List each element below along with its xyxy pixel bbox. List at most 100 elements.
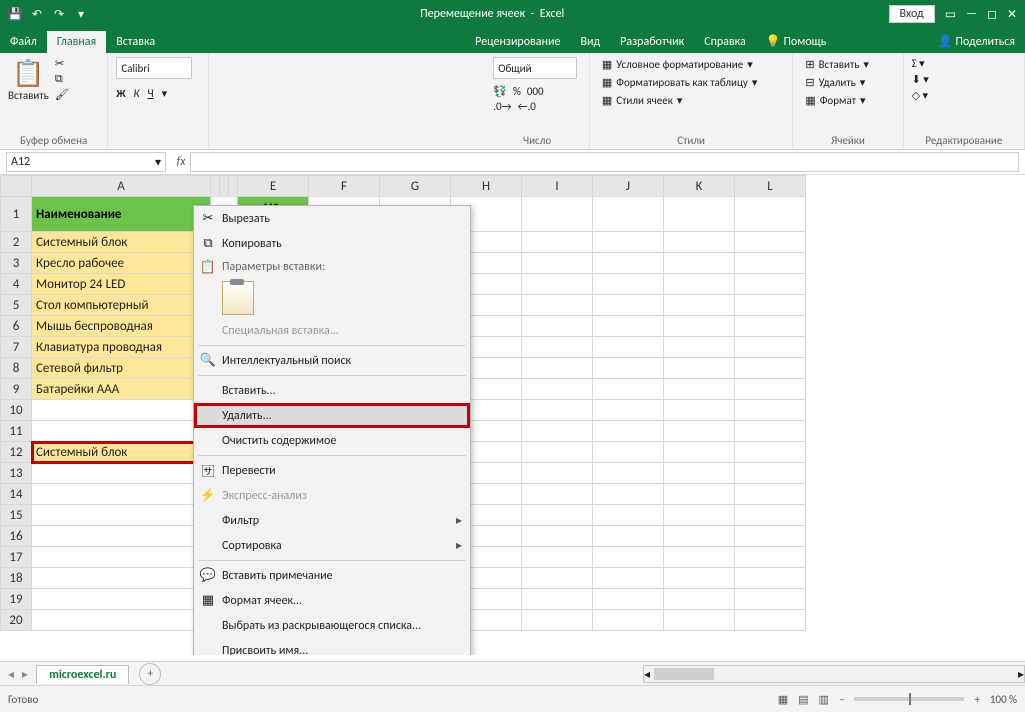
cell[interactable] [593,610,664,631]
cell[interactable] [735,358,806,379]
row-header[interactable]: 7 [1,337,32,358]
ctx-перевести[interactable]: 🈂Перевести [194,458,470,483]
cell[interactable] [735,463,806,484]
column-header[interactable] [220,176,229,197]
percent-icon[interactable]: % [513,85,521,98]
tab-home[interactable]: Главная [47,31,106,53]
cell[interactable] [593,253,664,274]
cell[interactable] [522,526,593,547]
column-header[interactable]: L [735,176,806,197]
ctx-вставить-примечание[interactable]: 💬Вставить примечание [194,563,470,588]
row-header[interactable]: 19 [1,589,32,610]
cell[interactable] [735,274,806,295]
paste-options[interactable] [194,278,470,318]
cell[interactable] [664,316,735,337]
cell[interactable]: Сетевой фильтр [32,358,211,379]
underline-button[interactable]: Ч [148,87,154,100]
cell[interactable] [664,421,735,442]
paste-icon[interactable]: 📋 [8,57,49,89]
row-header[interactable]: 11 [1,421,32,442]
cell[interactable] [735,421,806,442]
undo-icon[interactable]: ↶ [30,7,44,21]
cell[interactable] [664,526,735,547]
format-painter-icon[interactable]: 🖌 [55,88,69,101]
ctx-вырезать[interactable]: ✂Вырезать [194,206,470,231]
ctx-присвоить-имя[interactable]: Присвоить имя... [194,638,470,655]
cell[interactable] [593,442,664,463]
cell[interactable] [664,547,735,568]
format-as-table-button[interactable]: ▦ Форматировать как таблицу ▾ [598,75,784,90]
cell[interactable] [735,505,806,526]
row-header[interactable]: 1 [1,197,32,232]
view-pagebreak-icon[interactable]: ▥ [819,693,829,706]
tab-insert[interactable]: Вставка [106,31,165,53]
cell[interactable] [664,197,735,232]
cell[interactable] [664,379,735,400]
cell[interactable] [735,379,806,400]
cell[interactable] [522,295,593,316]
cell[interactable]: Кресло рабочее [32,253,211,274]
row-header[interactable]: 3 [1,253,32,274]
cell[interactable] [664,232,735,253]
cell[interactable] [522,589,593,610]
row-header[interactable]: 9 [1,379,32,400]
cell[interactable] [522,484,593,505]
cell[interactable] [522,316,593,337]
share-button[interactable]: 👤 Поделиться [928,30,1025,53]
zoom-slider[interactable] [854,697,964,701]
delete-cells-button[interactable]: ⊟ Удалить ▾ [801,75,894,90]
cell[interactable] [522,568,593,589]
cell[interactable] [593,484,664,505]
sheet-nav-next-icon[interactable]: ▸ [22,667,28,682]
tab-file[interactable]: Файл [0,31,47,53]
cell[interactable] [735,232,806,253]
cell[interactable] [522,505,593,526]
ctx-удалить[interactable]: Удалить... [194,403,470,428]
cell[interactable] [735,484,806,505]
cell[interactable] [593,295,664,316]
cell[interactable] [522,232,593,253]
fill-icon[interactable]: ⬇ ▾ [912,73,929,86]
cell[interactable] [593,197,664,232]
ctx-выбрать-из-раскрывающегося-списка[interactable]: Выбрать из раскрывающегося списка... [194,613,470,638]
cut-icon[interactable]: ✂ [55,57,69,70]
row-header[interactable]: 13 [1,463,32,484]
cell[interactable] [522,379,593,400]
cell[interactable] [32,421,211,442]
row-header[interactable]: 17 [1,547,32,568]
column-header[interactable]: F [309,176,380,197]
tab-review[interactable]: Рецензирование [465,31,570,53]
cell[interactable] [593,337,664,358]
close-icon[interactable]: ✕ [1007,7,1017,22]
ctx-фильтр[interactable]: Фильтр▸ [194,508,470,533]
maximize-icon[interactable]: ◻ [987,7,997,22]
cell[interactable] [593,358,664,379]
tab-view[interactable]: Вид [570,31,610,53]
ctx-вставить[interactable]: Вставить... [194,378,470,403]
row-header[interactable]: 10 [1,400,32,421]
cell[interactable] [735,295,806,316]
column-header[interactable]: K [664,176,735,197]
row-header[interactable]: 18 [1,568,32,589]
view-normal-icon[interactable]: ▦ [778,693,788,706]
name-box[interactable]: A12▾ [6,152,166,172]
row-header[interactable]: 12 [1,442,32,463]
cell[interactable] [664,568,735,589]
save-icon[interactable]: 💾 [8,7,22,21]
cell[interactable] [593,316,664,337]
cell[interactable]: Мышь беспроводная [32,316,211,337]
zoom-level[interactable]: 100 % [990,693,1017,706]
formula-input[interactable] [190,152,1019,172]
cell[interactable] [593,505,664,526]
cell[interactable] [664,463,735,484]
cell[interactable]: Батарейки ААА [32,379,211,400]
cell[interactable] [32,526,211,547]
insert-cells-button[interactable]: ⊞ Вставить ▾ [801,57,894,72]
cell[interactable] [522,442,593,463]
row-header[interactable]: 14 [1,484,32,505]
minimize-icon[interactable]: — [966,7,977,21]
signin-button[interactable]: Вход [889,5,935,23]
sheet-nav-prev-icon[interactable]: ◂ [0,667,22,682]
autosum-icon[interactable]: Σ ▾ [912,57,925,70]
cell[interactable] [664,358,735,379]
